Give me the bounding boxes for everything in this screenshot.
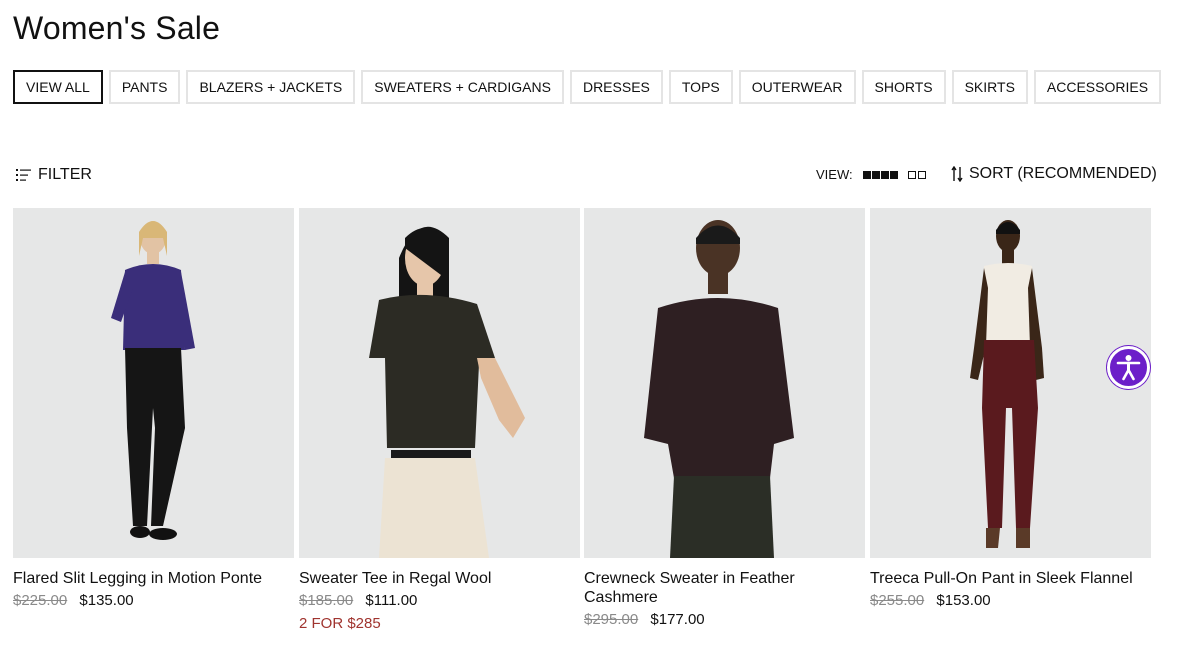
product-card: Crewneck Sweater in Feather Cashmere $29…	[584, 208, 865, 628]
sort-label: SORT (RECOMMENDED)	[969, 165, 1157, 182]
category-dresses[interactable]: DRESSES	[569, 70, 663, 104]
product-prices: $255.00 $153.00	[870, 592, 1151, 609]
category-pants[interactable]: PANTS	[108, 70, 181, 104]
filter-label: FILTER	[38, 166, 92, 183]
product-image[interactable]	[299, 208, 580, 558]
product-image[interactable]	[584, 208, 865, 558]
category-shorts[interactable]: SHORTS	[861, 70, 946, 104]
accessibility-button[interactable]	[1107, 346, 1150, 389]
product-card: Flared Slit Legging in Motion Ponte $225…	[13, 208, 294, 609]
original-price: $295.00	[584, 611, 639, 628]
product-name[interactable]: Flared Slit Legging in Motion Ponte	[13, 569, 294, 588]
sort-icon	[951, 166, 963, 182]
category-nav: VIEW ALL PANTS BLAZERS + JACKETS SWEATER…	[13, 70, 1167, 104]
category-view-all[interactable]: VIEW ALL	[13, 70, 103, 104]
four-column-view-icon[interactable]	[862, 170, 899, 179]
model-photo	[369, 226, 525, 558]
model-photo	[111, 221, 195, 540]
product-card: Sweater Tee in Regal Wool $185.00 $111.0…	[299, 208, 580, 632]
model-photo	[644, 220, 794, 558]
sale-price: $135.00	[79, 592, 134, 609]
filter-icon	[16, 169, 31, 181]
product-image[interactable]	[13, 208, 294, 558]
filter-button[interactable]: FILTER	[16, 166, 92, 184]
accessibility-icon	[1116, 355, 1141, 381]
category-outerwear[interactable]: OUTERWEAR	[738, 70, 856, 104]
product-image[interactable]	[870, 208, 1151, 558]
sale-price: $111.00	[365, 592, 418, 609]
sale-price: $177.00	[650, 611, 705, 628]
category-accessories[interactable]: ACCESSORIES	[1033, 70, 1162, 104]
original-price: $255.00	[870, 592, 925, 609]
product-prices: $225.00 $135.00	[13, 592, 294, 609]
original-price: $225.00	[13, 592, 68, 609]
product-prices: $185.00 $111.00	[299, 592, 580, 609]
page-title: Women's Sale	[13, 10, 221, 46]
product-prices: $295.00 $177.00	[584, 611, 865, 628]
category-skirts[interactable]: SKIRTS	[951, 70, 1028, 104]
view-control: VIEW:	[816, 167, 928, 182]
product-name[interactable]: Crewneck Sweater in Feather Cashmere	[584, 569, 865, 607]
two-column-view-icon[interactable]	[907, 170, 928, 179]
original-price: $185.00	[299, 592, 354, 609]
product-name[interactable]: Sweater Tee in Regal Wool	[299, 569, 580, 588]
promo-badge: 2 FOR $285	[299, 615, 381, 632]
sale-price: $153.00	[936, 592, 991, 609]
view-label: VIEW:	[816, 167, 853, 182]
product-card: Treeca Pull-On Pant in Sleek Flannel $25…	[870, 208, 1151, 609]
product-name[interactable]: Treeca Pull-On Pant in Sleek Flannel	[870, 569, 1151, 588]
model-photo	[970, 220, 1044, 548]
category-sweaters-cardigans[interactable]: SWEATERS + CARDIGANS	[361, 70, 564, 104]
sort-button[interactable]: SORT (RECOMMENDED)	[951, 165, 1157, 183]
category-tops[interactable]: TOPS	[668, 70, 733, 104]
category-blazers-jackets[interactable]: BLAZERS + JACKETS	[186, 70, 356, 104]
